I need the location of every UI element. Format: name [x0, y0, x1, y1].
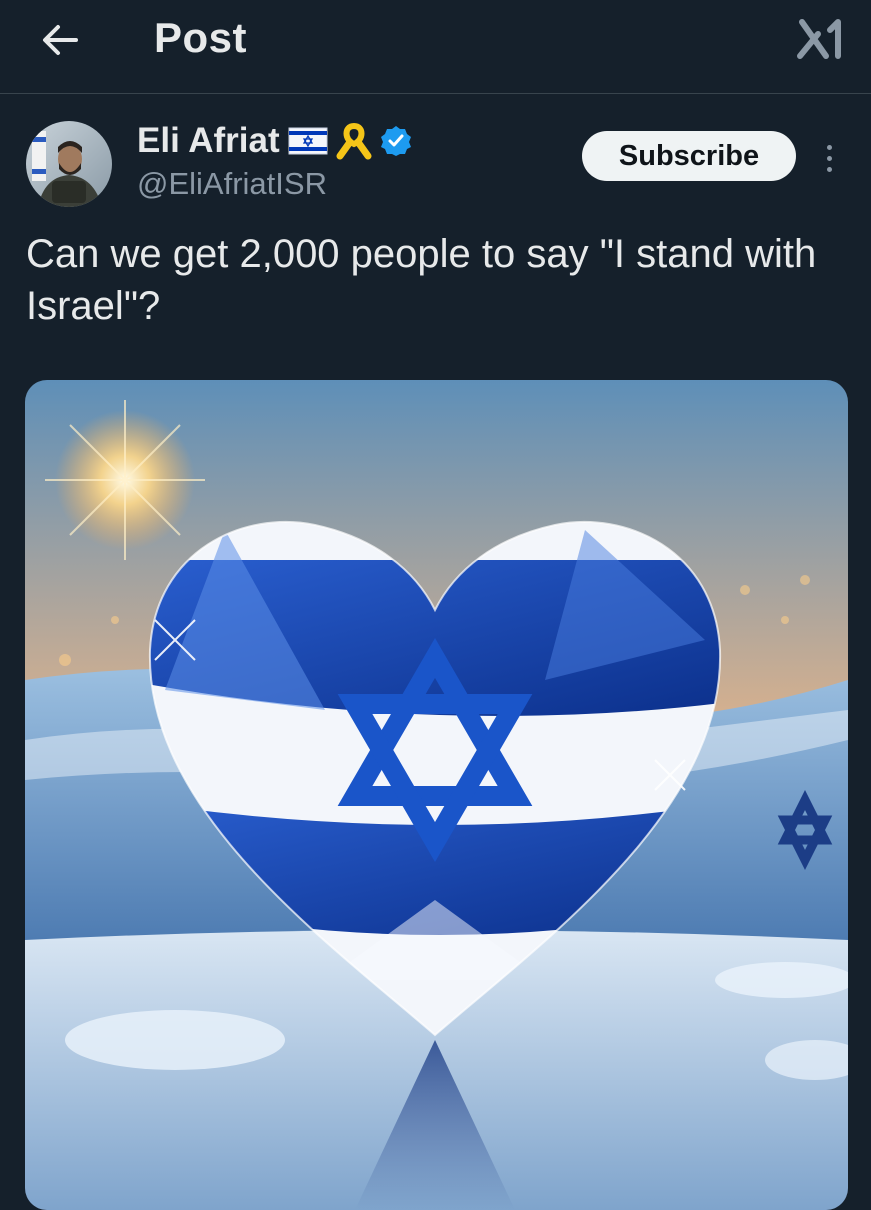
- author-name-row: Eli Afriat: [137, 119, 412, 163]
- x-logo-icon: [797, 19, 841, 59]
- top-bar: Post: [0, 0, 871, 94]
- page-title: Post: [154, 14, 248, 61]
- post-image[interactable]: [25, 380, 848, 1210]
- back-button[interactable]: [36, 16, 84, 64]
- heart-flag-image: [25, 380, 848, 1210]
- more-options-button[interactable]: [814, 136, 844, 180]
- verified-badge-icon: [380, 126, 411, 156]
- yellow-ribbon-icon: [336, 122, 372, 160]
- subscribe-button[interactable]: Subscribe: [582, 131, 796, 181]
- israel-flag-icon: [288, 127, 328, 155]
- more-dots-icon: [826, 144, 832, 150]
- author-handle[interactable]: @EliAfriatISR: [137, 166, 327, 202]
- author-name[interactable]: Eli Afriat: [137, 121, 280, 161]
- author-avatar[interactable]: [26, 121, 112, 207]
- post-text: Can we get 2,000 people to say "I stand …: [26, 232, 817, 328]
- arrow-left-icon: [43, 25, 78, 55]
